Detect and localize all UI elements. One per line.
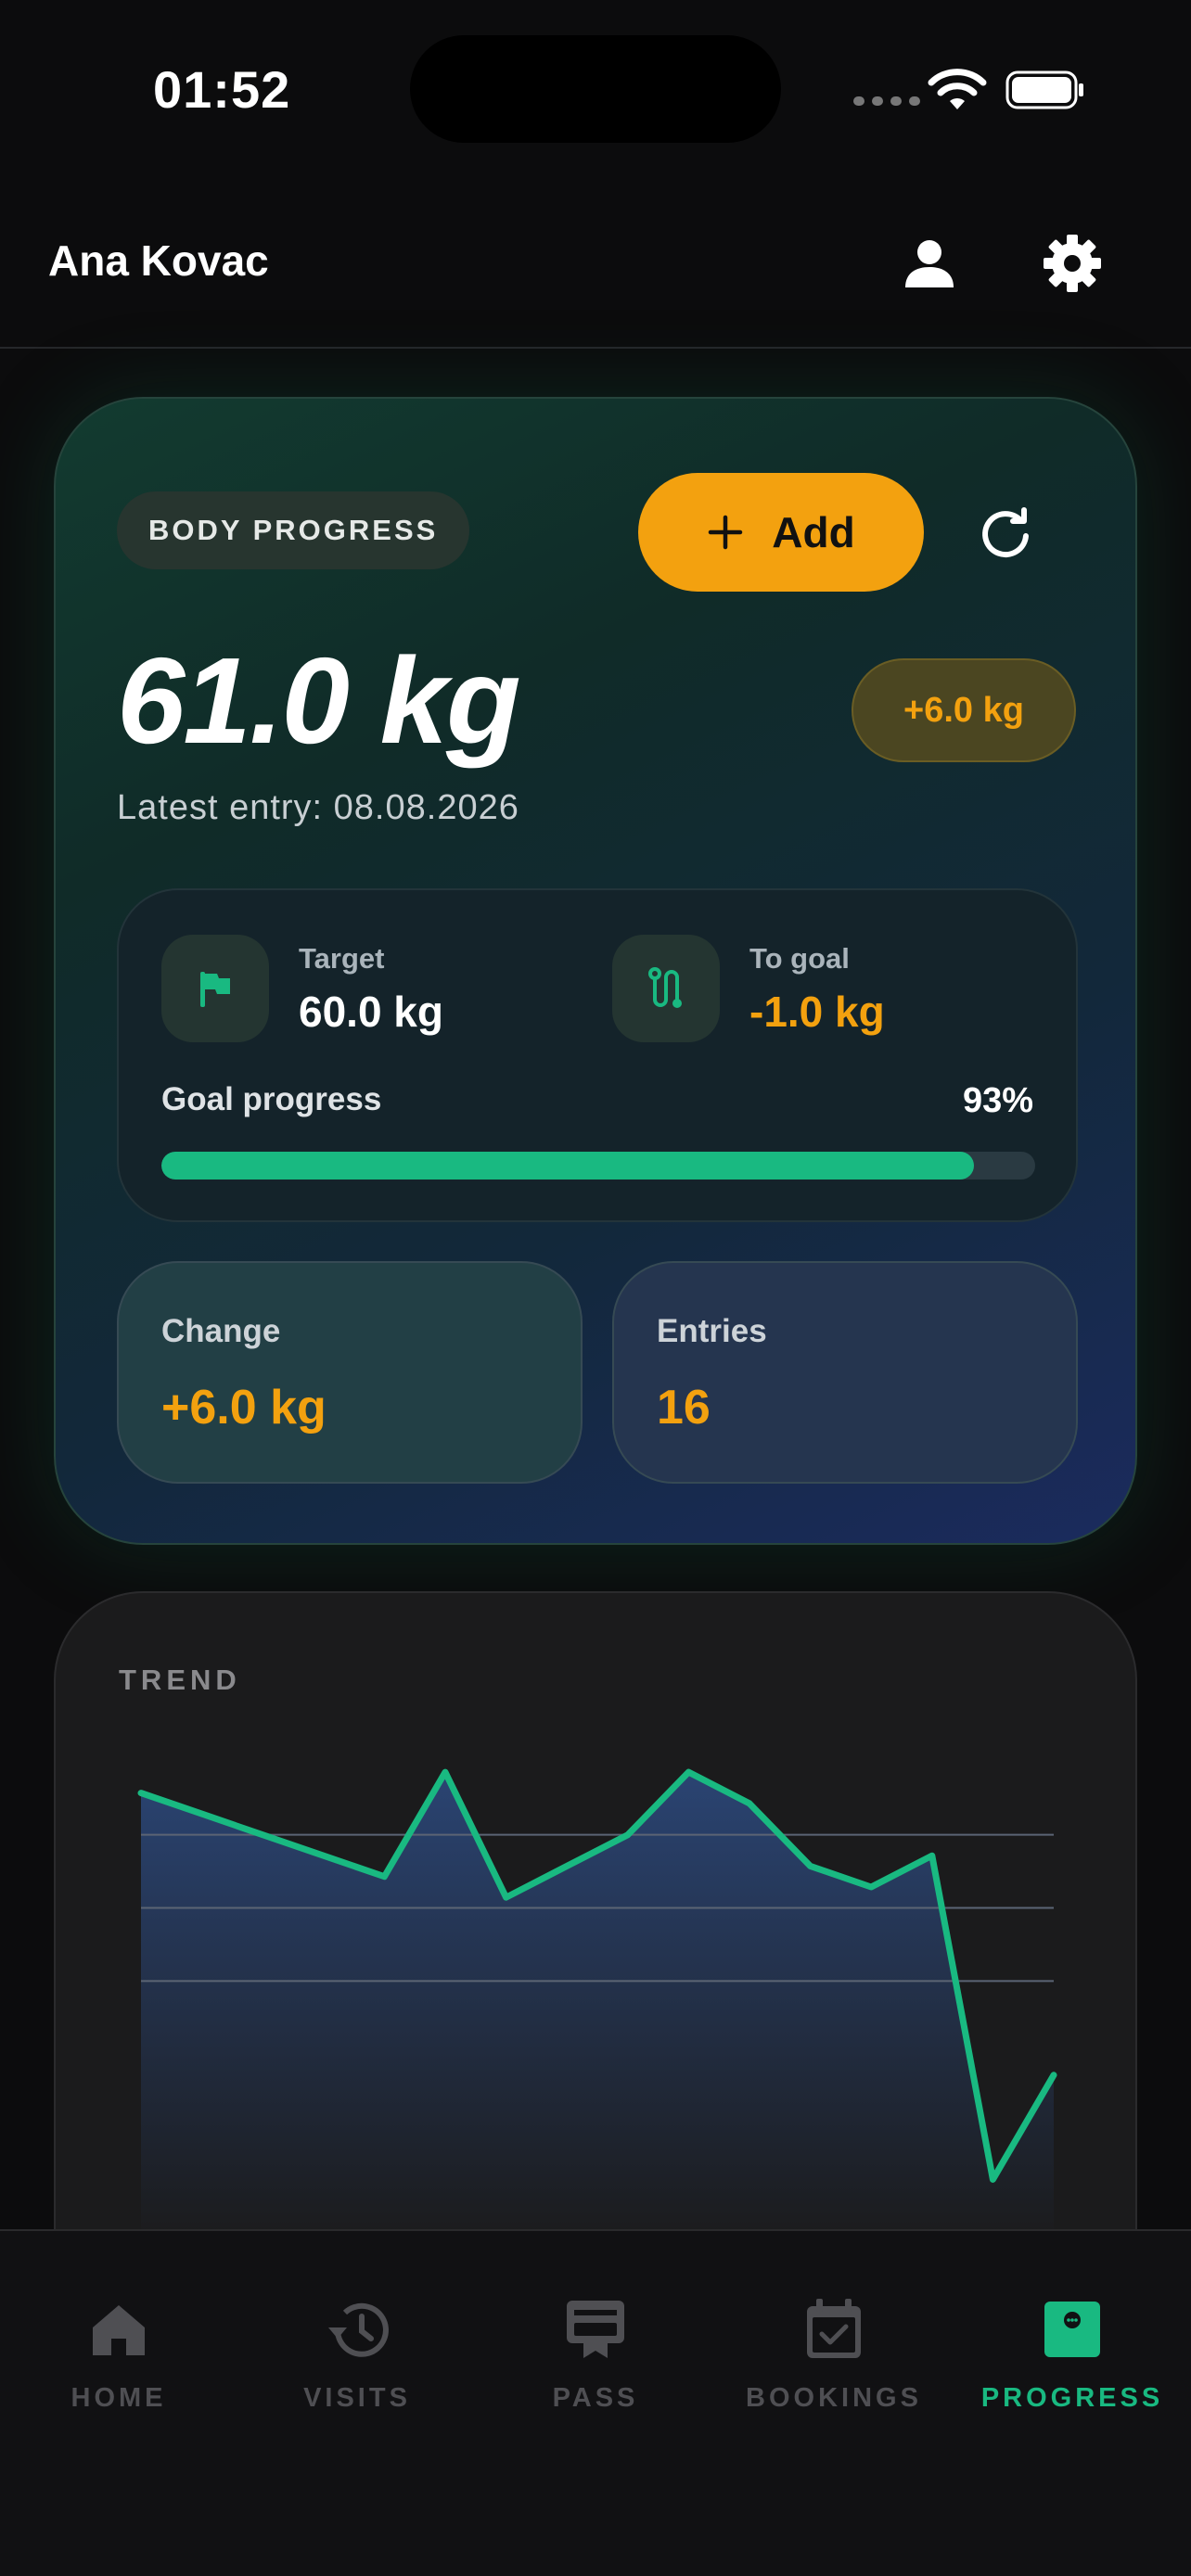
- nav-item-home[interactable]: HOME: [0, 2296, 237, 2414]
- to-goal-label: To goal: [749, 942, 850, 975]
- current-weight: 61.0 kg: [117, 632, 521, 769]
- settings-button[interactable]: [1039, 230, 1106, 297]
- goal-progress-percent: 93%: [962, 1081, 1033, 1120]
- gear-icon: [1044, 235, 1101, 292]
- home-icon: [85, 2296, 152, 2363]
- latest-entry-date: Latest entry: 08.08.2026: [117, 788, 519, 827]
- weight-delta-badge: +6.0 kg: [852, 658, 1076, 762]
- flag-icon: [200, 972, 230, 1007]
- target-icon-box: [161, 935, 269, 1042]
- goal-progress-bar: [161, 1152, 1035, 1180]
- section-label: BODY PROGRESS: [117, 491, 470, 569]
- nav-item-visits[interactable]: VISITS: [238, 2296, 476, 2414]
- wifi-icon: [928, 69, 987, 109]
- nav-item-bookings[interactable]: BOOKINGS: [715, 2296, 953, 2414]
- add-button-label: Add: [772, 508, 855, 556]
- bottom-navigation: HOME VISITS PASS BOOKINGS PROGRESS: [0, 2229, 1191, 2576]
- plus-icon: [709, 515, 743, 550]
- profile-button[interactable]: [896, 230, 963, 297]
- cellular-signal-icon: [853, 96, 920, 106]
- history-icon: [324, 2296, 391, 2363]
- target-value: 60.0 kg: [299, 988, 443, 1036]
- nav-label-bookings: BOOKINGS: [746, 2383, 922, 2413]
- nav-item-progress[interactable]: PROGRESS: [954, 2296, 1191, 2414]
- refresh-icon: [982, 507, 1029, 558]
- header-divider: [0, 347, 1191, 349]
- progress-icon: [1039, 2296, 1106, 2363]
- status-time: 01:52: [153, 60, 291, 119]
- calendar-check-icon: [800, 2296, 867, 2363]
- goal-progress-label: Goal progress: [161, 1081, 382, 1117]
- user-name: Ana Kovac: [48, 236, 269, 285]
- entries-value: 16: [657, 1381, 711, 1435]
- to-goal-icon-box: [612, 935, 720, 1042]
- entries-stat-box: Entries 16: [612, 1261, 1078, 1484]
- dynamic-island: [410, 35, 781, 143]
- to-goal-value: -1.0 kg: [749, 988, 885, 1036]
- nav-label-pass: PASS: [552, 2383, 639, 2413]
- nav-item-pass[interactable]: PASS: [477, 2296, 714, 2414]
- trend-chart: [137, 1768, 1057, 2242]
- route-icon: [648, 967, 682, 1008]
- goal-panel: Target 60.0 kg To goal -1.0 kg Goal prog…: [117, 888, 1078, 1222]
- change-value: +6.0 kg: [161, 1381, 327, 1435]
- goal-progress-fill: [161, 1152, 975, 1180]
- entries-label: Entries: [657, 1313, 767, 1349]
- nav-label-progress: PROGRESS: [980, 2383, 1164, 2413]
- change-stat-box: Change +6.0 kg: [117, 1261, 583, 1484]
- person-icon: [905, 240, 954, 287]
- screen: 01:52 Ana Kovac BODY PROGRESS Add 61.0 k…: [0, 0, 1191, 2576]
- trend-card: TREND: [54, 1591, 1137, 2242]
- battery-icon: [1005, 70, 1083, 109]
- refresh-button[interactable]: [972, 499, 1039, 566]
- change-label: Change: [161, 1313, 281, 1349]
- body-progress-card: BODY PROGRESS Add 61.0 kg +6.0 kg Latest…: [54, 397, 1137, 1545]
- pass-icon: [562, 2296, 629, 2363]
- add-entry-button[interactable]: Add: [638, 473, 924, 592]
- nav-label-visits: VISITS: [303, 2383, 411, 2413]
- nav-label-home: HOME: [70, 2383, 167, 2413]
- target-label: Target: [299, 942, 385, 975]
